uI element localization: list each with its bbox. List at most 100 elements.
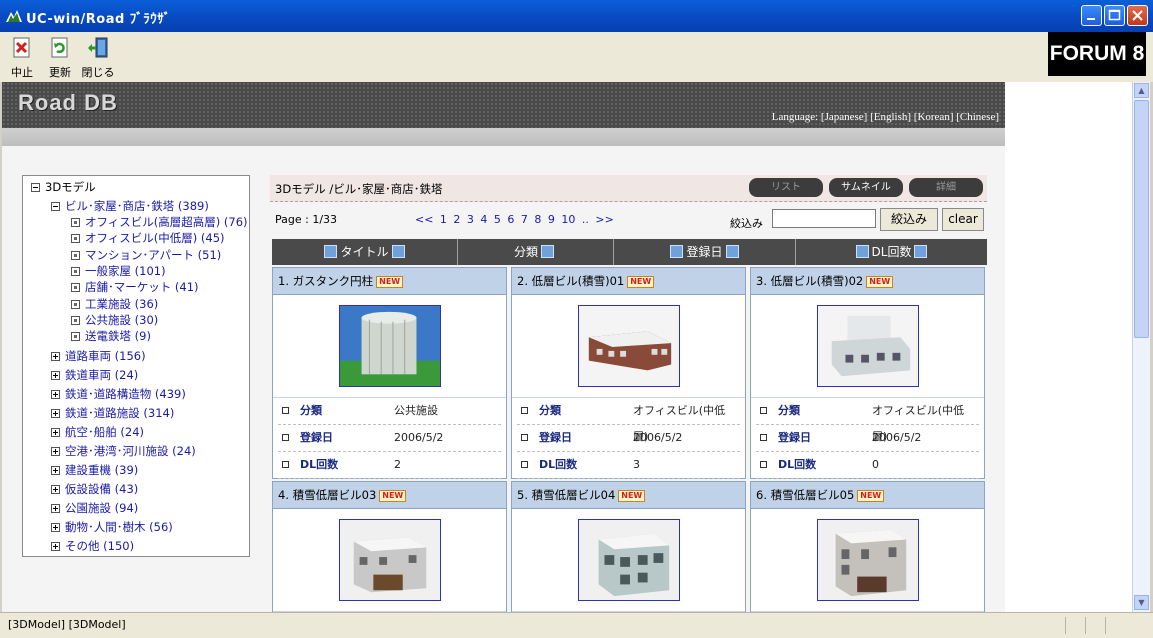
vertical-scrollbar[interactable]: ▲ ▼ [1132,82,1150,612]
card-title[interactable]: 5. 積雪低層ビル04 NEW [512,482,745,509]
collapse-icon[interactable] [31,183,40,192]
sort-desc-icon[interactable] [541,245,554,258]
close-label: 閉じる [81,66,115,79]
tree-leaf-label: 一般家屋 (101) [85,263,166,278]
clear-button[interactable]: clear [942,208,984,231]
filter-input[interactable] [772,209,876,228]
tree-root[interactable]: 3Dモデル [31,179,96,195]
tree-category[interactable]: 建設重機 (39) [51,462,138,478]
status-bar: [3DModel] [3DModel] [0,612,1153,638]
close-button[interactable]: 閉じる [78,37,118,81]
tree-category[interactable]: 公園施設 (94) [51,500,138,516]
stop-label: 中止 [11,66,33,79]
leaf-icon [71,234,80,244]
scroll-up-button[interactable]: ▲ [1134,83,1149,98]
model-card[interactable]: 4. 積雪低層ビル03 NEW [272,481,507,612]
expand-icon[interactable] [51,409,60,418]
list-view-button[interactable]: リスト [749,178,823,197]
tree-category[interactable]: 鉄道･道路構造物 (439) [51,386,186,402]
sort-title[interactable]: タイトル [272,239,458,265]
model-thumbnail[interactable] [339,519,441,601]
refresh-button[interactable]: 更新 [40,37,80,81]
model-card[interactable]: 3. 低層ビル(積雪)02 NEW 分類 オフィスビル(中低層) 登録日 2006/5/2… [750,267,985,479]
sort-downloads[interactable]: DL回数 [796,239,987,265]
expand-icon[interactable] [51,504,60,513]
thumbnail-view-button[interactable]: サムネイル [829,178,903,197]
tree-leaf[interactable]: 店舗･マーケット (41) [71,279,199,295]
card-title[interactable]: 6. 積雪低層ビル05 NEW [751,482,984,509]
model-thumbnail[interactable] [817,305,919,387]
detail-view-button[interactable]: 詳細 [909,178,983,197]
model-thumbnail[interactable] [578,519,680,601]
scroll-down-button[interactable]: ▼ [1134,595,1149,610]
expand-icon[interactable] [51,390,60,399]
card-title[interactable]: 4. 積雪低層ビル03 NEW [273,482,506,509]
tree-category-label: 鉄道･道路構造物 (439) [65,387,186,401]
tree-leaf[interactable]: 公共施設 (30) [71,312,158,328]
sort-category[interactable]: 分類 [458,239,614,265]
minimize-button[interactable] [1081,5,1102,26]
browser-viewport: Road DB Language: [Japanese] [English] [… [2,82,1132,612]
expand-icon[interactable] [51,542,60,551]
card-title[interactable]: 2. 低層ビル(積雪)01 NEW [512,268,745,295]
tree-category[interactable]: 道路車両 (156) [51,348,146,364]
pagination-links[interactable]: << 1 2 3 4 5 6 7 8 9 10 .. >> [415,213,614,226]
tree-node-buildings[interactable]: ビル･家屋･商店･鉄塔 (389) [51,198,209,214]
tree-leaf[interactable]: オフィスビル(中低層) (45) [71,230,225,246]
status-divider [1105,617,1106,634]
tree-category[interactable]: 仮設設備 (43) [51,481,138,497]
sort-asc-icon[interactable] [324,245,338,258]
expand-icon[interactable] [51,428,60,437]
sort-asc-icon[interactable] [855,245,869,258]
tree-category[interactable]: 鉄道･道路施設 (314) [51,405,174,421]
model-card[interactable]: 5. 積雪低層ビル04 NEW [511,481,746,612]
maximize-button[interactable] [1104,5,1125,26]
sort-downloads-label: DL回数 [871,245,912,259]
model-card[interactable]: 1. ガスタンク円柱 NEW 分類 公共施設 登録日 2006/5/2 DL回数 2 [272,267,507,479]
refresh-icon [51,37,68,58]
sort-desc-icon[interactable] [391,245,405,258]
card-title[interactable]: 1. ガスタンク円柱 NEW [273,268,506,295]
sort-desc-icon[interactable] [914,245,928,258]
sort-desc-icon[interactable] [725,245,739,258]
tree-category[interactable]: 動物･人間･樹木 (56) [51,519,173,535]
tree-category[interactable]: 空港･港湾･河川施設 (24) [51,443,196,459]
tree-category[interactable]: その他 (150) [51,538,134,554]
tree-leaf[interactable]: 送電鉄塔 (9) [71,328,151,344]
breadcrumb-bar: 3Dモデル /ビル･家屋･商店･鉄塔 リスト サムネイル 詳細 [270,175,987,202]
expand-icon[interactable] [51,485,60,494]
sort-date[interactable]: 登録日 [614,239,796,265]
tree-leaf[interactable]: オフィスビル(高層超高層) (76) [71,214,248,230]
model-card[interactable]: 2. 低層ビル(積雪)01 NEW 分類 オフィスビル(中低層) 登録日 2006/5/2… [511,267,746,479]
model-thumbnail[interactable] [578,305,680,387]
expand-icon[interactable] [51,371,60,380]
tree-leaf[interactable]: 工業施設 (36) [71,296,158,312]
tree-category[interactable]: 鉄道車両 (24) [51,367,138,383]
attr-downloads-value: 3 [633,458,640,471]
maximize-icon [1108,9,1121,21]
filter-button[interactable]: 絞込み [880,208,938,231]
collapse-icon[interactable] [51,202,60,211]
sort-asc-icon[interactable] [670,245,684,258]
minimize-icon [1087,18,1095,20]
tree-category-label: 動物･人間･樹木 (56) [65,520,173,534]
thumbnail-area [273,295,506,398]
tree-leaf[interactable]: マンション･アパート (51) [71,247,221,263]
scroll-thumb[interactable] [1134,100,1149,338]
card-title-text: 4. 積雪低層ビル03 [278,488,377,502]
expand-icon[interactable] [51,523,60,532]
expand-icon[interactable] [51,447,60,456]
model-thumbnail[interactable] [339,305,441,387]
model-card[interactable]: 6. 積雪低層ビル05 NEW [750,481,985,612]
model-thumbnail[interactable] [817,519,919,601]
expand-icon[interactable] [51,352,60,361]
card-title[interactable]: 3. 低層ビル(積雪)02 NEW [751,268,984,295]
language-links[interactable]: Language: [Japanese] [English] [Korean] … [772,111,999,123]
leaf-icon [71,315,80,325]
tree-leaf[interactable]: 一般家屋 (101) [71,263,166,279]
stop-button[interactable]: 中止 [2,37,42,81]
tree-category[interactable]: 航空･船舶 (24) [51,424,144,440]
close-window-button[interactable] [1127,5,1148,26]
expand-icon[interactable] [51,466,60,475]
tree-category-label: 道路車両 (156) [65,349,146,363]
